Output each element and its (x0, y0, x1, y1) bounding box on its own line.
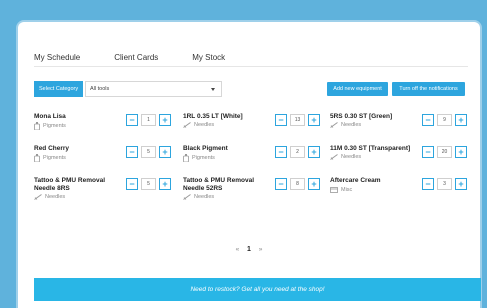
item-category: Needles (183, 194, 328, 200)
increase-button[interactable]: + (159, 114, 171, 126)
increase-button[interactable]: + (455, 146, 467, 158)
item-name: 1RL 0.35 LT [White] (183, 113, 243, 120)
increase-button[interactable]: + (455, 178, 467, 190)
tab-my-schedule[interactable]: My Schedule (34, 53, 80, 67)
quantity-stepper: − 3 + (422, 178, 467, 190)
quantity-value[interactable]: 5 (141, 146, 156, 158)
quantity-stepper: − 2 + (275, 146, 320, 158)
item-name: Mona Lisa (34, 113, 66, 120)
tab-divider (34, 66, 468, 67)
decrease-button[interactable]: − (422, 114, 434, 126)
quantity-stepper: − 5 + (126, 146, 171, 158)
stock-item: Red Cherry Pigments − 5 + (34, 145, 179, 177)
tab-bar: My Schedule Client Cards My Stock (34, 53, 259, 67)
stock-item: Mona Lisa Pigments − 1 + (34, 113, 179, 145)
stock-item: Aftercare Cream Misc − 3 + (330, 177, 475, 209)
turn-off-notifications-button[interactable]: Turn off the notifications (392, 82, 465, 96)
bottle-icon (183, 154, 189, 162)
bottle-icon (34, 154, 40, 162)
add-equipment-button[interactable]: Add new equipment (327, 82, 388, 96)
category-select-value: All tools (90, 86, 110, 92)
stock-item: 1RL 0.35 LT [White] Needles − 13 + (183, 113, 328, 145)
increase-button[interactable]: + (159, 178, 171, 190)
tab-my-stock[interactable]: My Stock (192, 53, 226, 67)
quantity-stepper: − 9 + (422, 114, 467, 126)
quantity-value[interactable]: 9 (437, 114, 452, 126)
prev-page-link[interactable]: « (236, 246, 240, 253)
decrease-button[interactable]: − (126, 114, 138, 126)
item-name: 11M 0.30 ST [Transparent] (330, 145, 411, 152)
item-name: Red Cherry (34, 145, 70, 152)
category-label: Select Category (34, 81, 84, 97)
quantity-value[interactable]: 5 (141, 178, 156, 190)
decrease-button[interactable]: − (126, 178, 138, 190)
needle-icon (330, 154, 338, 160)
item-category-label: Needles (45, 194, 66, 200)
increase-button[interactable]: + (308, 146, 320, 158)
stock-panel: My Schedule Client Cards My Stock Select… (18, 22, 481, 308)
item-category-label: Needles (194, 122, 215, 128)
quantity-value[interactable]: 8 (290, 178, 305, 190)
quantity-value[interactable]: 13 (290, 114, 305, 126)
decrease-button[interactable]: − (126, 146, 138, 158)
item-category-label: Pigments (192, 155, 215, 161)
needle-icon (34, 194, 42, 200)
decrease-button[interactable]: − (275, 178, 287, 190)
bottle-icon (34, 122, 40, 130)
item-name: Black Pigment (183, 145, 228, 152)
stock-item: Black Pigment Pigments − 2 + (183, 145, 328, 177)
item-category-label: Pigments (43, 123, 66, 129)
increase-button[interactable]: + (159, 146, 171, 158)
quantity-stepper: − 1 + (126, 114, 171, 126)
quantity-value[interactable]: 20 (437, 146, 452, 158)
quantity-stepper: − 5 + (126, 178, 171, 190)
needle-icon (183, 194, 191, 200)
quantity-value[interactable]: 1 (141, 114, 156, 126)
item-name: Tattoo & PMU Removal Needle 52RS (183, 177, 255, 192)
increase-button[interactable]: + (455, 114, 467, 126)
item-category-label: Needles (194, 194, 215, 200)
quantity-value[interactable]: 3 (437, 178, 452, 190)
pagination: « 1 » (18, 246, 480, 253)
increase-button[interactable]: + (308, 114, 320, 126)
decrease-button[interactable]: − (422, 178, 434, 190)
item-category-label: Needles (341, 122, 362, 128)
needle-icon (183, 122, 191, 128)
current-page[interactable]: 1 (247, 246, 251, 253)
item-category-label: Pigments (43, 155, 66, 161)
quantity-stepper: − 20 + (422, 146, 467, 158)
decrease-button[interactable]: − (275, 114, 287, 126)
item-name: 5RS 0.30 ST [Green] (330, 113, 393, 120)
item-category-label: Misc (341, 186, 353, 193)
item-category-label: Needles (341, 154, 362, 160)
stock-item: 5RS 0.30 ST [Green] Needles − 9 + (330, 113, 475, 145)
item-category: Needles (34, 194, 179, 200)
quantity-value[interactable]: 2 (290, 146, 305, 158)
stock-item: 11M 0.30 ST [Transparent] Needles − 20 + (330, 145, 475, 177)
restock-banner[interactable]: Need to restock? Get all you need at the… (34, 278, 481, 301)
stock-item: Tattoo & PMU Removal Needle 52RS Needles… (183, 177, 328, 209)
item-name: Aftercare Cream (330, 177, 381, 184)
increase-button[interactable]: + (308, 178, 320, 190)
quantity-stepper: − 13 + (275, 114, 320, 126)
tab-client-cards[interactable]: Client Cards (114, 53, 158, 67)
box-icon (330, 187, 338, 193)
category-select[interactable]: All tools (85, 81, 222, 97)
stock-item: Tattoo & PMU Removal Needle 8RS Needles … (34, 177, 179, 209)
decrease-button[interactable]: − (422, 146, 434, 158)
decrease-button[interactable]: − (275, 146, 287, 158)
caret-down-icon (211, 88, 215, 91)
needle-icon (330, 122, 338, 128)
item-name: Tattoo & PMU Removal Needle 8RS (34, 177, 106, 192)
next-page-link[interactable]: » (259, 246, 263, 253)
quantity-stepper: − 8 + (275, 178, 320, 190)
